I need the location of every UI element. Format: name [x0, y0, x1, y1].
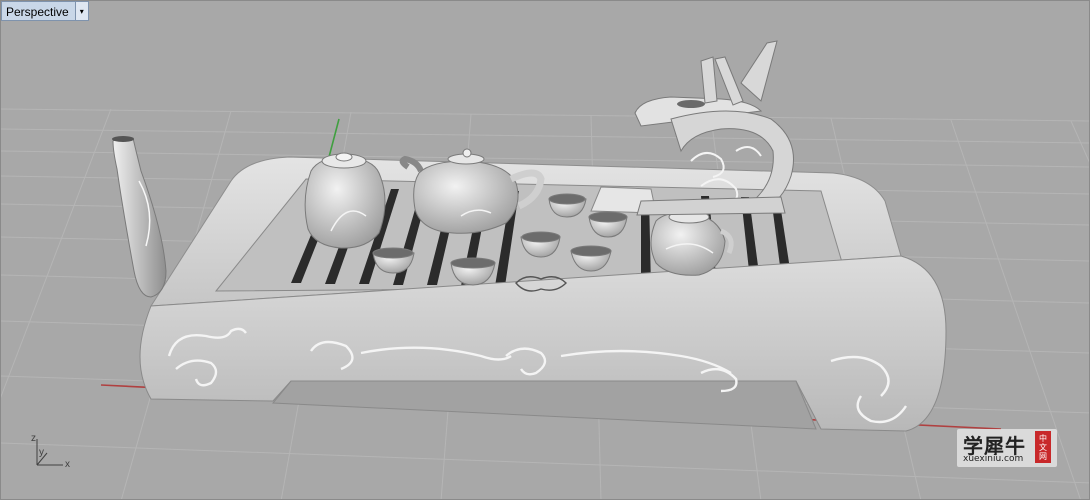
viewport-perspective[interactable]: Perspective ▾ z y x 学犀牛 xuexiniu.com 中 文…: [0, 0, 1090, 500]
watermark-url: xuexiniu.com: [963, 454, 1024, 464]
viewport-title-tab[interactable]: Perspective ▾: [1, 1, 89, 21]
tea-tray[interactable]: [139, 156, 947, 432]
watermark-logo: 学犀牛 xuexiniu.com 中 文 网: [957, 429, 1057, 467]
tea-canister[interactable]: [304, 152, 386, 249]
world-axis-widget: z y x: [29, 433, 79, 473]
axis-label-y: y: [39, 447, 44, 458]
viewport-menu-dropdown-icon[interactable]: ▾: [74, 2, 88, 20]
axis-label-x: x: [65, 459, 70, 470]
scene-canvas[interactable]: [1, 1, 1090, 500]
axis-lines-icon: [36, 439, 63, 466]
axis-label-z: z: [31, 433, 36, 444]
vase[interactable]: [112, 136, 167, 298]
watermark-badge: 中 文 网: [1035, 431, 1051, 463]
viewport-title[interactable]: Perspective: [2, 2, 75, 20]
badge-char: 网: [1039, 451, 1047, 461]
badge-char: 中: [1039, 433, 1047, 443]
badge-char: 文: [1039, 442, 1047, 452]
